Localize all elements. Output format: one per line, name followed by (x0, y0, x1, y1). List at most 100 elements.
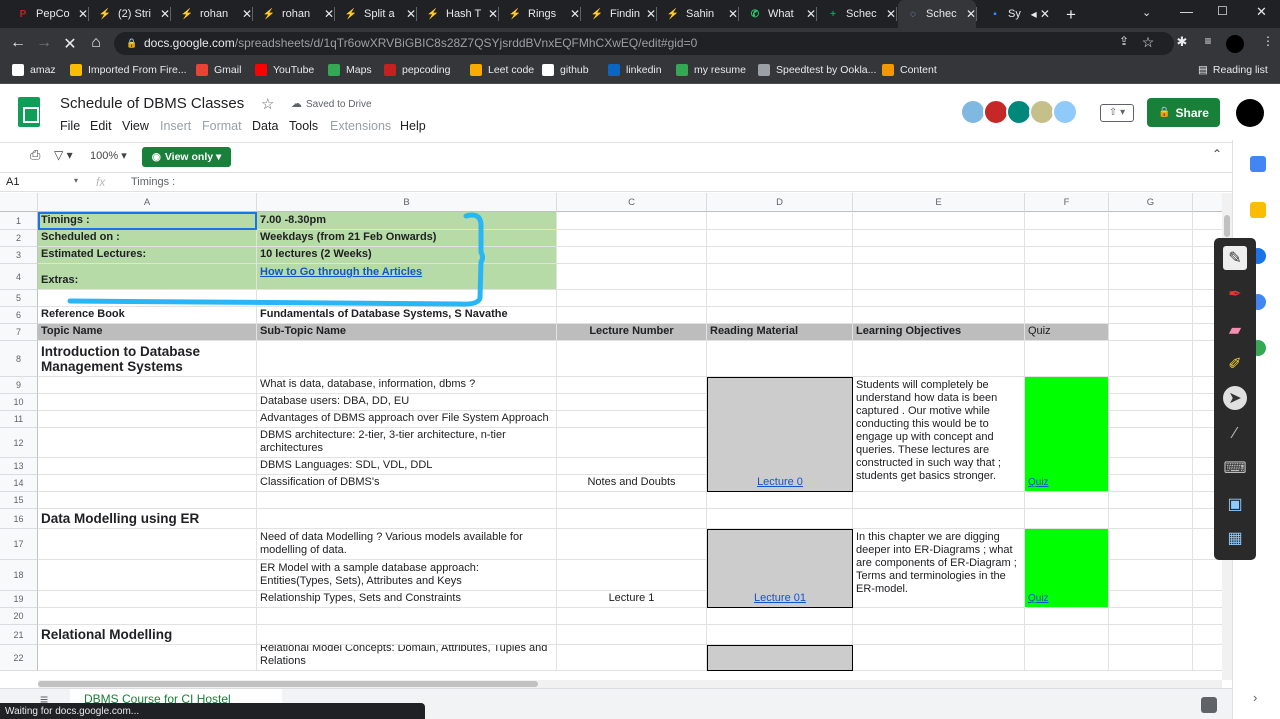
menu-edit[interactable]: Edit (90, 119, 112, 133)
cell-d16[interactable] (707, 509, 853, 529)
cell-f16[interactable] (1025, 509, 1109, 529)
menu-tools[interactable]: Tools (289, 119, 318, 133)
cell-g22[interactable] (1109, 645, 1193, 671)
zoom-select[interactable]: 100% ▾ (90, 149, 127, 162)
home-icon[interactable]: ⌂ (86, 34, 106, 52)
cell-c9[interactable] (557, 377, 707, 394)
pen-icon[interactable]: ✒ (1223, 282, 1247, 306)
cell-a17[interactable] (38, 529, 257, 560)
collapse-toolbar-icon[interactable]: ⌃ (1212, 147, 1222, 161)
cell-g6[interactable] (1109, 307, 1193, 324)
cell-a2[interactable]: Scheduled on : (38, 230, 257, 247)
cell-a18[interactable] (38, 560, 257, 591)
cell-g4[interactable] (1109, 264, 1193, 290)
row-header[interactable]: 14 (0, 475, 38, 492)
cell-b13[interactable]: DBMS Languages: SDL, VDL, DDL (257, 458, 557, 475)
cell-c3[interactable] (557, 247, 707, 264)
cell-c10[interactable] (557, 394, 707, 411)
browser-tab[interactable]: ⚡ Findin ✕ (582, 0, 656, 28)
close-tab-icon[interactable]: ✕ (728, 7, 738, 21)
cell-a15[interactable] (38, 492, 257, 509)
media-control-icon[interactable]: ≡ (1198, 34, 1218, 48)
cell-e15[interactable] (853, 492, 1025, 509)
column-header[interactable]: A (38, 193, 257, 212)
maximize-icon[interactable]: ☐ (1217, 4, 1228, 18)
browser-tab[interactable]: ◌ Schec ✕ (898, 0, 976, 28)
browser-tab[interactable]: + Schec ✕ (818, 0, 896, 28)
quiz-link[interactable]: Quiz (1025, 377, 1109, 492)
cell-g5[interactable] (1109, 290, 1193, 307)
filter-icon[interactable]: ▽ ▾ (54, 148, 73, 162)
cell-b5[interactable] (257, 290, 557, 307)
reading-material-cell[interactable] (707, 645, 853, 671)
cell-g13[interactable] (1109, 458, 1193, 475)
cell-d6[interactable] (707, 307, 853, 324)
cell-b9[interactable]: What is data, database, information, dbm… (257, 377, 557, 394)
cell-g9[interactable] (1109, 377, 1193, 394)
eraser-icon[interactable]: ▰ (1223, 318, 1247, 342)
cell-g10[interactable] (1109, 394, 1193, 411)
sheets-logo-icon[interactable] (18, 97, 40, 127)
row-header[interactable]: 4 (0, 264, 38, 290)
close-tab-icon[interactable]: ✕ (78, 7, 88, 21)
close-tab-icon[interactable]: ✕ (570, 7, 580, 21)
bookmark-item[interactable]: my resume (676, 64, 746, 76)
cell-e21[interactable] (853, 625, 1025, 645)
browser-tab[interactable]: P PepCo ✕ (8, 0, 88, 28)
browser-tab[interactable]: ⚡ Sahin ✕ (658, 0, 738, 28)
cell-e7[interactable]: Learning Objectives (853, 324, 1025, 341)
row-header[interactable]: 13 (0, 458, 38, 475)
cell-f3[interactable] (1025, 247, 1109, 264)
cell-d8[interactable] (707, 341, 853, 377)
column-header[interactable] (1193, 193, 1222, 212)
cell-g2[interactable] (1109, 230, 1193, 247)
cell-e16[interactable] (853, 509, 1025, 529)
cell-b2[interactable]: Weekdays (from 21 Feb Onwards) (257, 230, 557, 247)
quiz-link[interactable]: Quiz (1025, 529, 1109, 608)
cell-b15[interactable] (257, 492, 557, 509)
close-tab-icon[interactable]: ✕ (324, 7, 334, 21)
column-header[interactable]: E (853, 193, 1025, 212)
cell-a4[interactable]: Extras: (38, 264, 257, 290)
screen-capture-icon[interactable]: ▦ (1223, 526, 1247, 550)
cell-g15[interactable] (1109, 492, 1193, 509)
browser-tab[interactable]: ✆ What ✕ (740, 0, 816, 28)
column-header[interactable]: G (1109, 193, 1193, 212)
cell-b10[interactable]: Database users: DBA, DD, EU (257, 394, 557, 411)
cell-g1[interactable] (1109, 212, 1193, 230)
cell-c5[interactable] (557, 290, 707, 307)
view-only-button[interactable]: ◉ View only ▾ (142, 147, 231, 167)
cell-c7[interactable]: Lecture Number (557, 324, 707, 341)
cell-f22[interactable] (1025, 645, 1109, 671)
column-header[interactable]: B (257, 193, 557, 212)
keyboard-icon[interactable]: ⌨ (1223, 456, 1247, 480)
select-all-corner[interactable] (0, 193, 38, 212)
cell-d5[interactable] (707, 290, 853, 307)
learning-objectives-cell[interactable]: Students will completely be understand h… (853, 377, 1025, 492)
cell-b6[interactable]: Fundamentals of Database Systems, S Nava… (257, 307, 557, 324)
cell-e6[interactable] (853, 307, 1025, 324)
cell-h18[interactable] (1193, 560, 1222, 591)
menu-data[interactable]: Data (252, 119, 278, 133)
cell-d20[interactable] (707, 608, 853, 625)
cell-c11[interactable] (557, 411, 707, 428)
menu-extensions[interactable]: Extensions (330, 119, 391, 133)
cell-f2[interactable] (1025, 230, 1109, 247)
cell-d7[interactable]: Reading Material (707, 324, 853, 341)
horizontal-scrollbar[interactable] (38, 680, 1222, 688)
cell-b21[interactable] (257, 625, 557, 645)
reading-list-button[interactable]: ▤ Reading list (1198, 64, 1268, 76)
reading-material-link[interactable]: Lecture 01 (707, 529, 853, 608)
vertical-scroll-thumb[interactable] (1224, 215, 1230, 237)
share-button[interactable]: 🔒 Share (1147, 98, 1220, 127)
cell-g11[interactable] (1109, 411, 1193, 428)
extensions-icon[interactable]: ✱ (1172, 34, 1192, 50)
cell-b19[interactable]: Relationship Types, Sets and Constraints (257, 591, 557, 608)
row-header[interactable]: 21 (0, 625, 38, 645)
row-header[interactable]: 22 (0, 645, 38, 671)
cell-c13[interactable] (557, 458, 707, 475)
cell-f15[interactable] (1025, 492, 1109, 509)
cell-g12[interactable] (1109, 428, 1193, 458)
browser-tab[interactable]: ⚡ (2) Stri ✕ (90, 0, 170, 28)
cell-a5[interactable] (38, 290, 257, 307)
